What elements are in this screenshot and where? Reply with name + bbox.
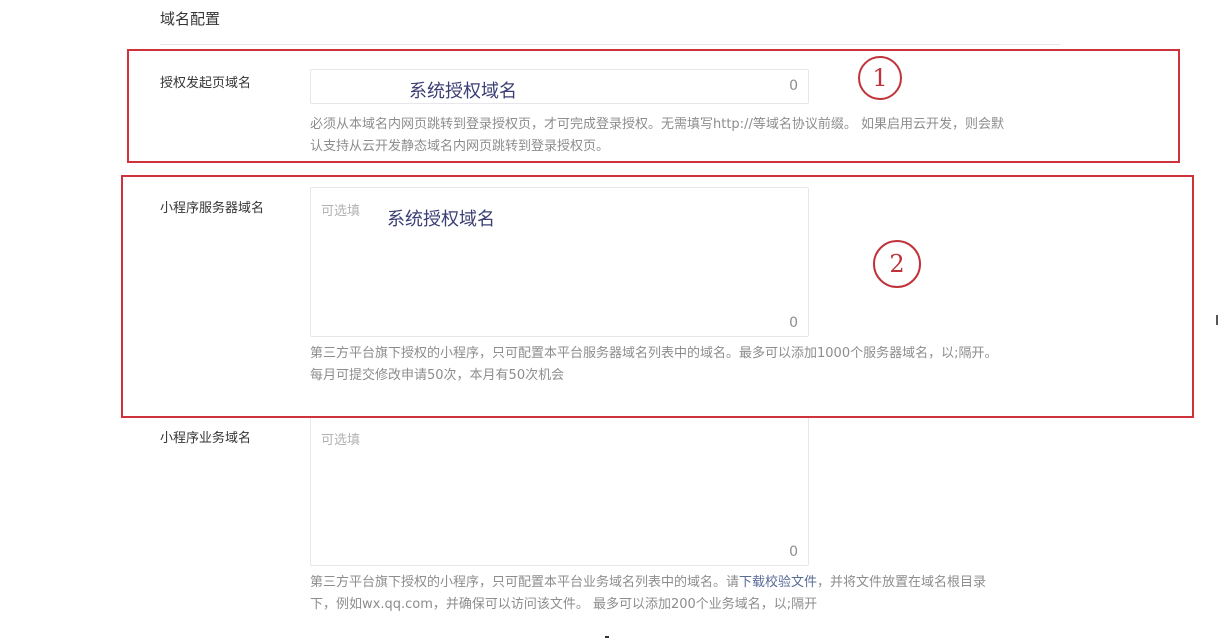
business-domain-help-line1: 第三方平台旗下授权的小程序，只可配置本平台业务域名列表中的域名。请下载校验文件，… [310,572,1060,594]
bottom-divider-mark [605,636,609,638]
business-domain-help-text-b: ，并将文件放置在域名根目录 [817,575,987,590]
annotation-marker-1: 1 [858,56,902,100]
annotation-marker-2: 2 [873,240,921,288]
business-domain-help: 第三方平台旗下授权的小程序，只可配置本平台业务域名列表中的域名。请下载校验文件，… [310,572,1060,616]
business-domain-char-count: 0 [789,544,798,560]
section-title: 域名配置 [160,10,221,28]
business-domain-textarea[interactable]: 可选填 0 [310,416,809,566]
business-domain-help-line2: 下，例如wx.qq.com，并确保可以访问该文件。 最多可以添加200个业务域名… [310,597,818,612]
section-divider [160,44,1060,45]
business-domain-placeholder: 可选填 [321,433,361,448]
annotation-box-1 [127,49,1180,163]
business-domain-label: 小程序业务域名 [160,431,252,446]
download-verify-file-link[interactable]: 下载校验文件 [739,575,817,590]
annotation-box-2 [121,175,1194,418]
business-domain-help-text-a: 第三方平台旗下授权的小程序，只可配置本平台业务域名列表中的域名。请 [310,575,740,590]
